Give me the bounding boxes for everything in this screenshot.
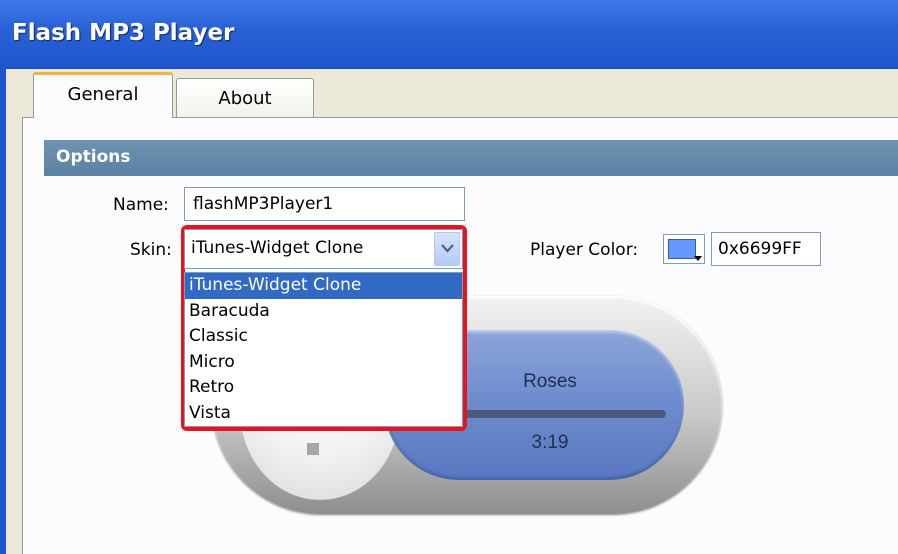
skin-dropdown-button[interactable] [434,232,460,266]
tab-about[interactable]: About [176,78,314,118]
name-label: Name: [113,195,169,215]
track-time: 3:19 [531,432,569,453]
player-color-picker[interactable] [663,234,705,264]
tab-general[interactable]: General [33,72,173,118]
skin-select[interactable]: iTunes-Widget Clone [184,229,463,269]
chevron-down-icon [441,244,454,253]
skin-option[interactable]: Classic [185,324,462,350]
window-frame-left [0,68,6,554]
skin-option[interactable]: Retro [185,375,462,401]
options-section-header: Options [44,140,898,176]
dialog-window: Flash MP3 Player General About Options N… [0,0,898,554]
skin-label: Skin: [130,240,172,260]
name-field[interactable]: flashMP3Player1 [184,187,465,221]
window-title: Flash MP3 Player [12,20,235,46]
skin-option[interactable]: Baracuda [185,299,462,325]
skin-options-list: iTunes-Widget Clone Baracuda Classic Mic… [184,272,463,427]
stop-icon [307,443,319,455]
chevron-down-icon [694,256,702,261]
title-bar[interactable]: Flash MP3 Player [0,0,898,69]
player-color-swatch [668,239,696,259]
options-header-label: Options [56,147,131,167]
track-title: Roses [523,371,577,392]
skin-option[interactable]: Micro [185,350,462,376]
skin-select-value: iTunes-Widget Clone [191,238,364,258]
player-color-label: Player Color: [530,240,639,260]
skin-option[interactable]: Vista [185,401,462,427]
skin-option[interactable]: iTunes-Widget Clone [185,273,462,299]
player-color-field[interactable]: 0x6699FF [711,232,821,266]
